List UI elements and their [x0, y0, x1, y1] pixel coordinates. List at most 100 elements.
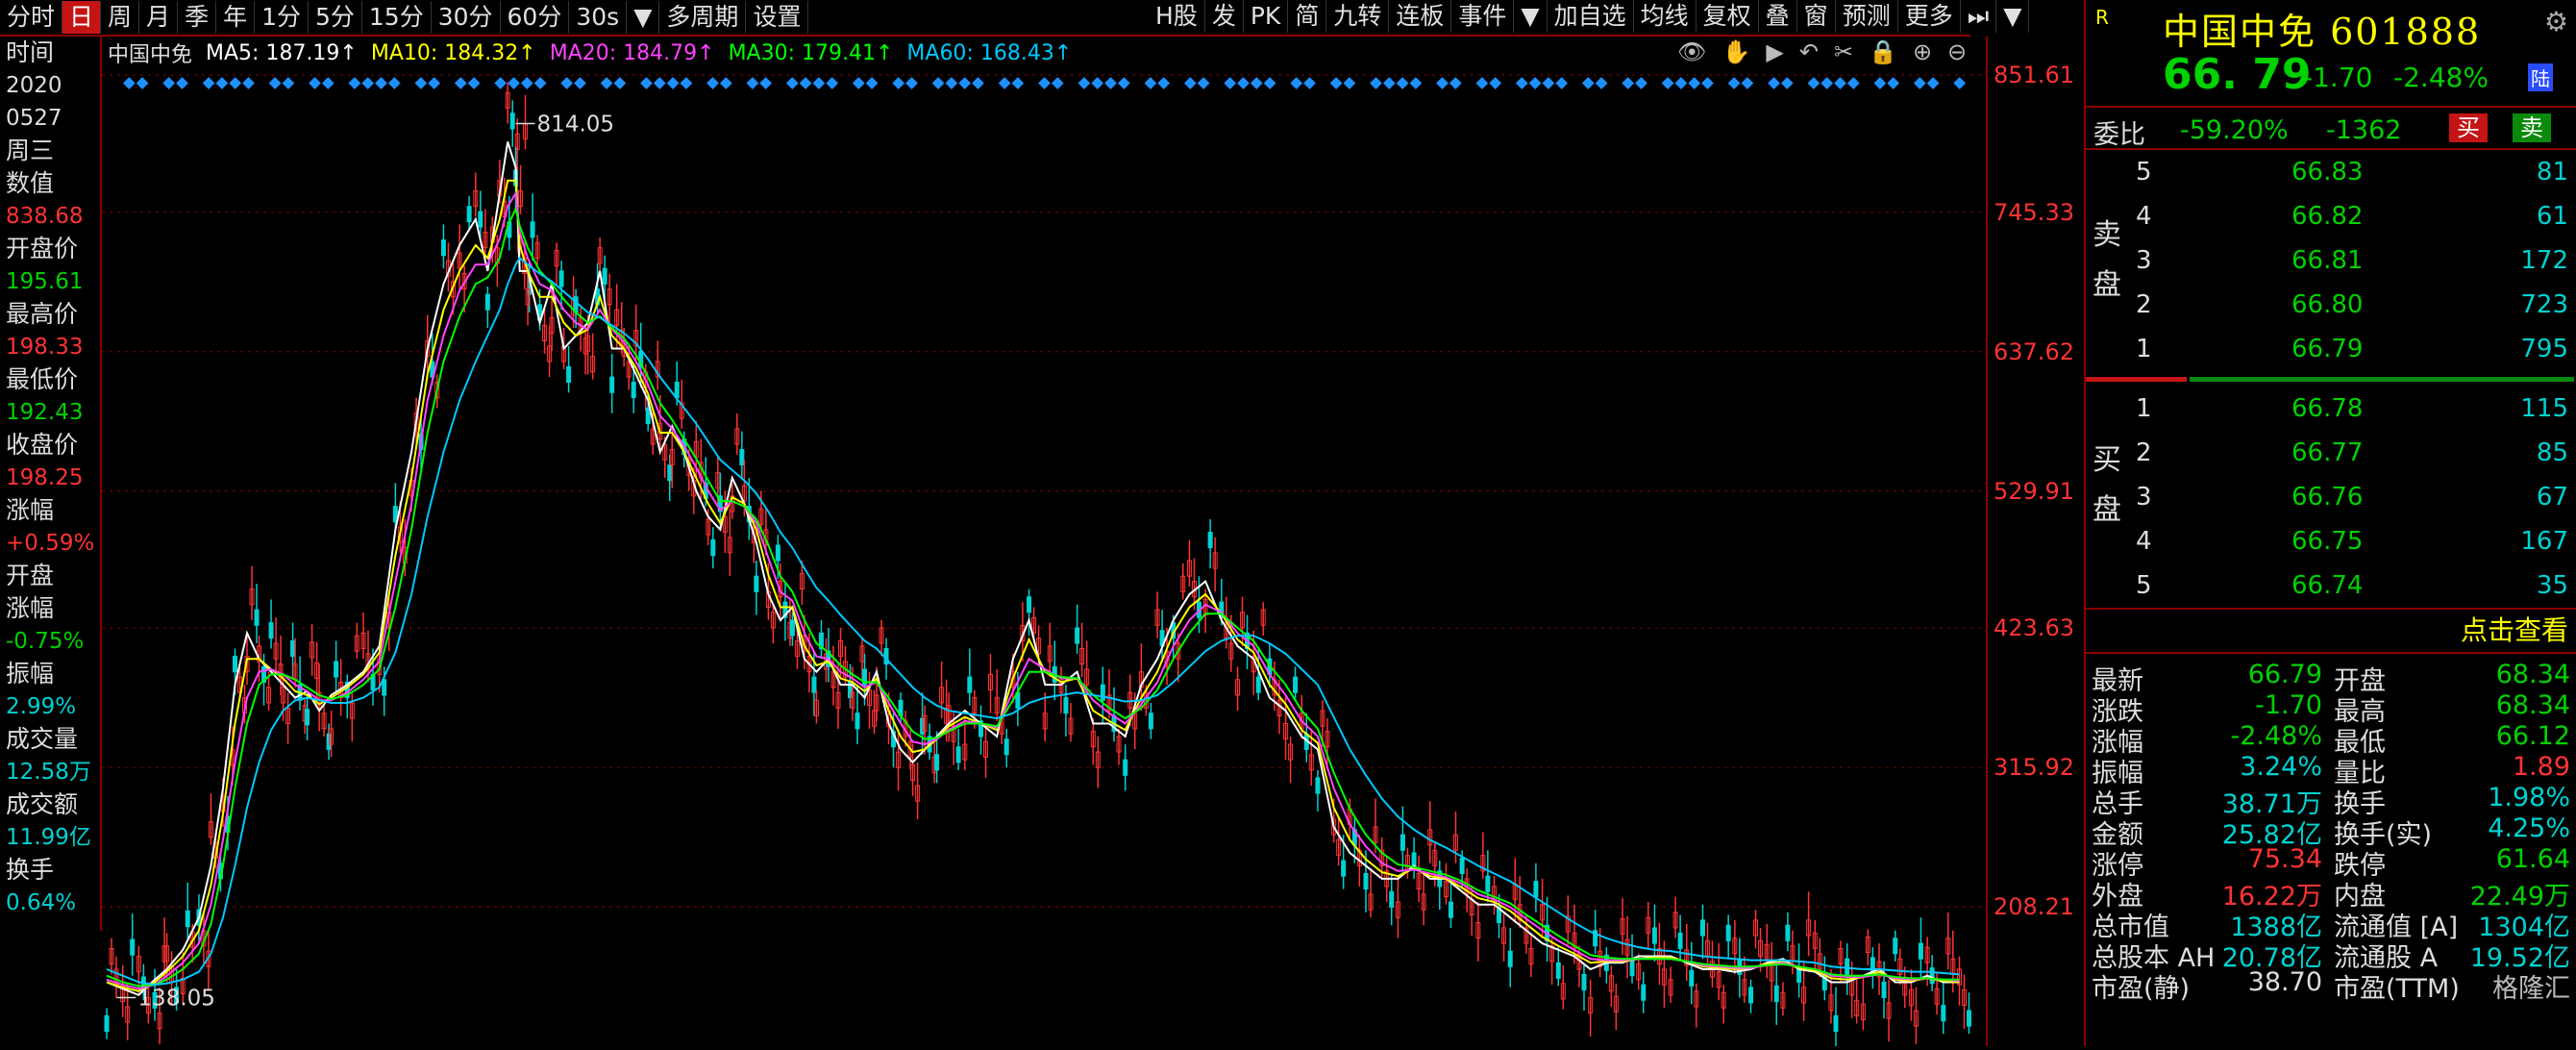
toolbar-action-4[interactable]: 九转 — [1326, 0, 1390, 33]
period-tab-14[interactable]: 设置 — [746, 1, 809, 34]
event-marker[interactable] — [1157, 77, 1171, 89]
event-marker[interactable] — [1091, 77, 1104, 89]
event-marker[interactable] — [1834, 77, 1846, 89]
event-marker[interactable] — [958, 77, 972, 89]
event-marker[interactable] — [1674, 77, 1688, 89]
event-marker[interactable] — [1475, 77, 1489, 89]
zoom-out-icon[interactable]: ⊖ — [1947, 38, 1967, 65]
event-marker[interactable] — [268, 77, 282, 89]
event-marker[interactable] — [1555, 77, 1569, 89]
event-marker[interactable] — [759, 77, 773, 89]
event-marker[interactable] — [945, 77, 958, 89]
event-marker[interactable] — [348, 77, 361, 89]
event-marker[interactable] — [972, 77, 984, 89]
event-marker[interactable] — [1953, 77, 1967, 89]
event-marker[interactable] — [1821, 77, 1834, 89]
asks-row[interactable]: 1 66.79 795 — [2128, 327, 2576, 371]
period-tab-6[interactable]: 1分 — [255, 1, 309, 34]
event-marker[interactable] — [533, 77, 547, 89]
event-marker[interactable] — [1449, 77, 1462, 89]
event-marker[interactable] — [1250, 77, 1263, 89]
event-marker[interactable] — [1768, 77, 1780, 89]
event-marker[interactable] — [136, 77, 149, 89]
asks-row[interactable]: 5 66.83 81 — [2128, 150, 2576, 194]
period-tab-2[interactable]: 周 — [101, 1, 140, 34]
toolbar-action-9[interactable]: 均线 — [1634, 0, 1697, 33]
asks-row[interactable]: 3 66.81 172 — [2128, 238, 2576, 283]
event-marker[interactable] — [1382, 77, 1396, 89]
click-to-view-link[interactable]: 点击查看 — [2086, 608, 2576, 654]
toolbar-action-0[interactable]: H股 — [1149, 0, 1205, 33]
toolbar-action-3[interactable]: 简 — [1288, 0, 1327, 33]
bids-row[interactable]: 3 66.76 67 — [2128, 475, 2576, 519]
event-marker[interactable] — [653, 77, 666, 89]
scissors-icon[interactable]: ✂ — [1834, 38, 1853, 65]
period-tab-9[interactable]: 30分 — [432, 1, 501, 34]
event-marker[interactable] — [1489, 77, 1502, 89]
event-marker[interactable] — [242, 77, 255, 89]
event-marker[interactable] — [706, 77, 719, 89]
event-marker[interactable] — [719, 77, 732, 89]
event-marker[interactable] — [1581, 77, 1595, 89]
toolbar-action-1[interactable]: 发 — [1205, 0, 1244, 33]
event-marker[interactable] — [1436, 77, 1449, 89]
event-marker[interactable] — [1329, 77, 1343, 89]
event-marker[interactable] — [640, 77, 653, 89]
event-marker[interactable] — [1873, 77, 1887, 89]
event-marker[interactable] — [1263, 77, 1276, 89]
event-marker[interactable] — [1290, 77, 1303, 89]
event-marker[interactable] — [428, 77, 441, 89]
event-marker[interactable] — [1846, 77, 1860, 89]
event-marker[interactable] — [1237, 77, 1250, 89]
bids-row[interactable]: 5 66.74 35 — [2128, 563, 2576, 608]
toolbar-action-14[interactable]: 更多 — [1898, 0, 1961, 33]
event-marker[interactable] — [666, 77, 680, 89]
period-tab-10[interactable]: 60分 — [501, 1, 570, 34]
event-marker[interactable] — [1807, 77, 1821, 89]
event-marker[interactable] — [1515, 77, 1528, 89]
hand-icon[interactable]: ✋ — [1721, 38, 1750, 65]
period-tab-0[interactable]: 分时 — [0, 1, 63, 34]
asks-row[interactable]: 4 66.82 61 — [2128, 194, 2576, 238]
period-tab-8[interactable]: 15分 — [362, 1, 432, 34]
period-tab-4[interactable]: 季 — [178, 1, 217, 34]
lock-icon[interactable]: 🔒 — [1869, 38, 1897, 65]
event-marker[interactable] — [812, 77, 826, 89]
event-marker[interactable] — [852, 77, 865, 89]
event-marker[interactable] — [865, 77, 879, 89]
event-marker[interactable] — [1741, 77, 1754, 89]
event-marker[interactable] — [1887, 77, 1900, 89]
event-marker[interactable] — [1104, 77, 1117, 89]
event-marker[interactable] — [905, 77, 918, 89]
event-marker[interactable] — [1926, 77, 1940, 89]
bids-row[interactable]: 4 66.75 167 — [2128, 519, 2576, 563]
event-marker[interactable] — [1688, 77, 1701, 89]
event-marker[interactable] — [309, 77, 321, 89]
event-marker[interactable] — [785, 77, 799, 89]
event-marker[interactable] — [1780, 77, 1794, 89]
event-marker[interactable] — [1701, 77, 1714, 89]
event-marker[interactable] — [1077, 77, 1091, 89]
event-marker[interactable] — [1038, 77, 1051, 89]
event-marker[interactable] — [826, 77, 839, 89]
event-marker[interactable] — [574, 77, 586, 89]
eye-icon[interactable]: 👁 — [1677, 38, 1706, 65]
event-marker[interactable] — [414, 77, 428, 89]
event-marker[interactable] — [202, 77, 215, 89]
asks-row[interactable]: 2 66.80 723 — [2128, 283, 2576, 327]
event-marker[interactable] — [1011, 77, 1025, 89]
event-marker[interactable] — [1343, 77, 1356, 89]
event-marker[interactable] — [1303, 77, 1316, 89]
event-marker[interactable] — [1913, 77, 1926, 89]
gear-icon[interactable]: ⚙ — [2544, 6, 2568, 38]
event-marker[interactable] — [1622, 77, 1635, 89]
sell-button[interactable]: 卖 — [2513, 113, 2551, 142]
period-tab-13[interactable]: 多周期 — [659, 1, 747, 34]
event-marker[interactable] — [931, 77, 945, 89]
event-marker[interactable] — [282, 77, 295, 89]
period-tab-12[interactable]: ▼ — [627, 1, 660, 34]
event-marker[interactable] — [799, 77, 812, 89]
event-marker[interactable] — [215, 77, 229, 89]
buy-button[interactable]: 买 — [2449, 113, 2488, 142]
event-marker[interactable] — [162, 77, 176, 89]
